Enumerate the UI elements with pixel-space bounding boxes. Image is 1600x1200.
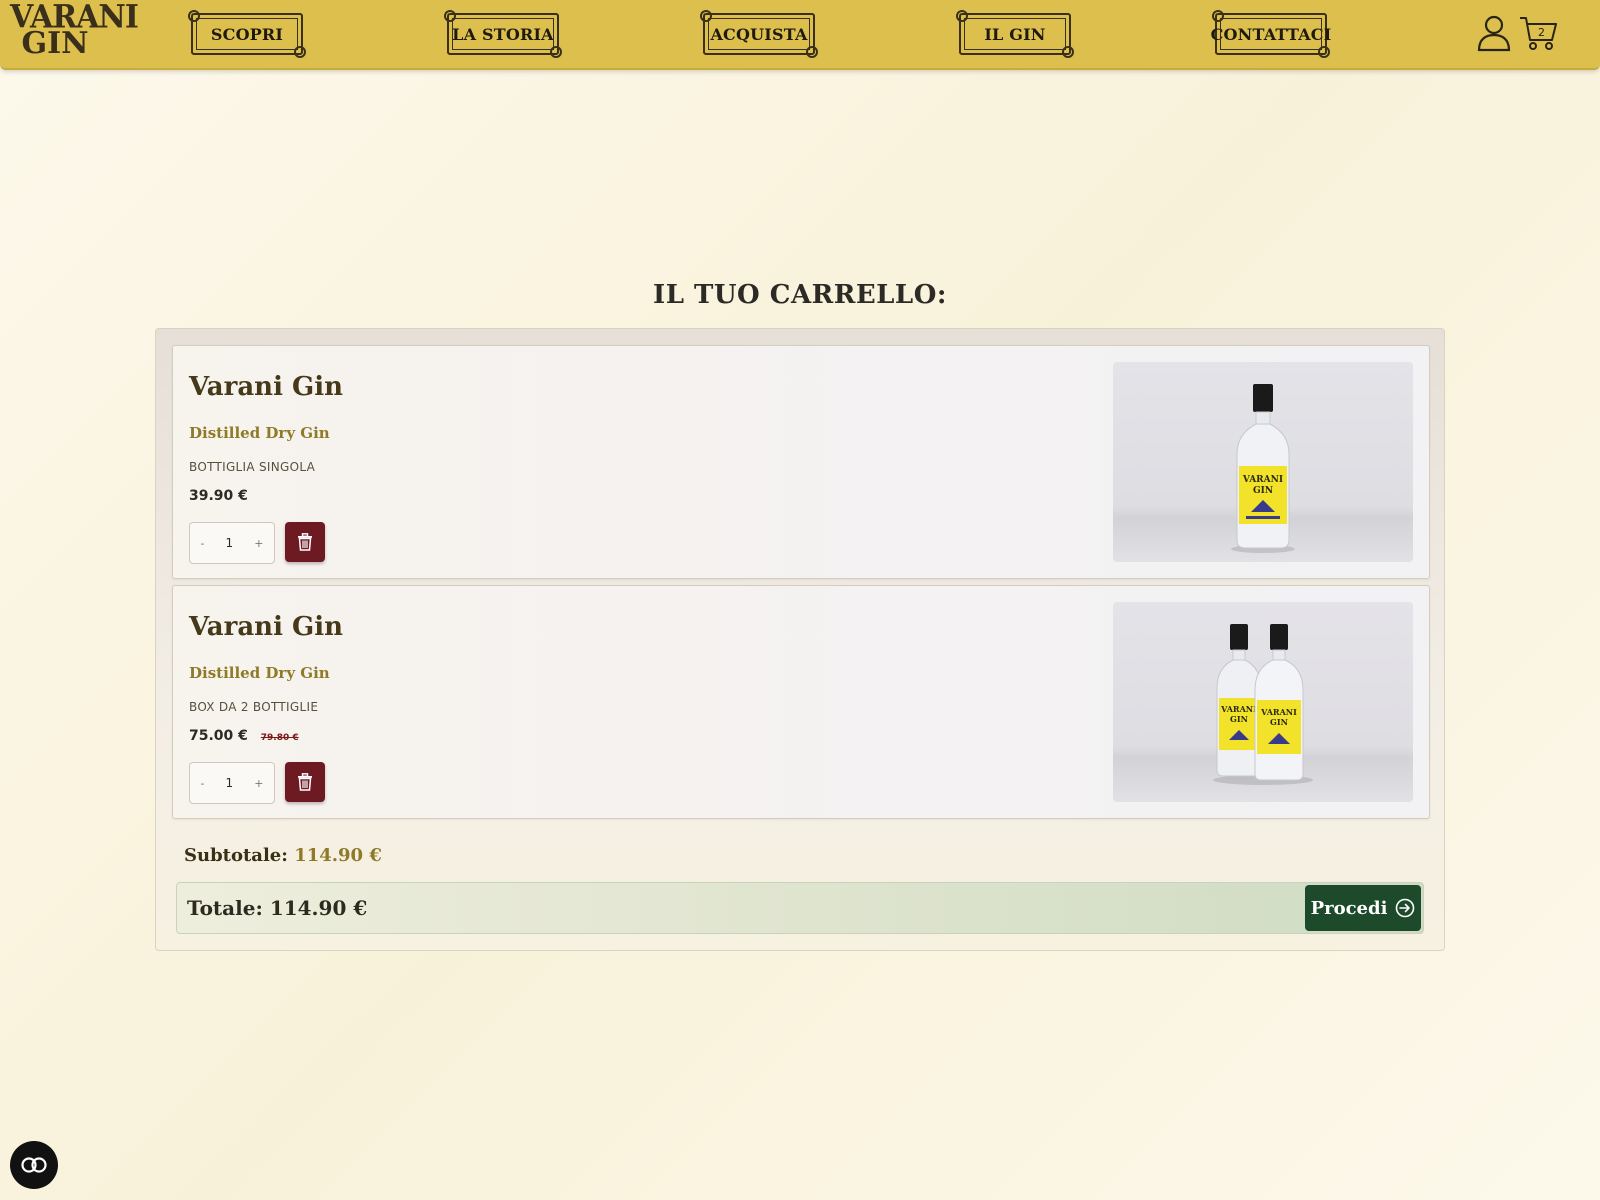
user-icon (1477, 15, 1511, 52)
quantity-stepper: - 1 + (189, 522, 275, 564)
decrease-quantity-button[interactable]: - (201, 777, 205, 790)
quantity-value[interactable]: 1 (226, 536, 234, 550)
nav-acquista[interactable]: Acquista (700, 10, 818, 58)
increase-quantity-button[interactable]: + (254, 537, 263, 550)
decrease-quantity-button[interactable]: - (201, 537, 205, 550)
gin-bottle-icon: VARANI GIN (1231, 384, 1295, 553)
total-value: 114.90 € (269, 896, 368, 920)
accessibility-icon (21, 1157, 47, 1173)
cart-button[interactable]: 2 (1518, 14, 1558, 54)
trash-icon (298, 533, 312, 551)
page-title: Il tuo carrello: (653, 280, 947, 310)
arrow-right-circle-icon (1396, 898, 1415, 918)
subtotal-value: 114.90 € (294, 845, 382, 866)
quantity-value[interactable]: 1 (226, 776, 234, 790)
item-price-line: 39.90 € (189, 488, 248, 504)
item-price: 75.00 € (189, 728, 248, 744)
nav-la-storia[interactable]: La Storia (444, 10, 562, 58)
accessibility-button[interactable] (10, 1141, 58, 1189)
account-button[interactable] (1476, 14, 1516, 54)
item-price-line: 75.00 € 79.80 € (189, 728, 299, 744)
item-name: Varani Gin (189, 372, 343, 402)
svg-text:GIN: GIN (1253, 486, 1273, 496)
item-variant: Box da 2 bottiglie (189, 700, 319, 714)
gin-bottles-box-icon: VARANI GIN VARANI GIN (1213, 624, 1313, 785)
quantity-stepper: - 1 + (189, 762, 275, 804)
nav-il-gin[interactable]: Il Gin (956, 10, 1074, 58)
item-subtitle: Distilled Dry Gin (189, 424, 330, 442)
cart-item: Varani Gin Distilled Dry Gin Bottiglia s… (172, 345, 1430, 579)
remove-item-button[interactable] (285, 522, 325, 562)
subtotal-label: Subtotale: (184, 845, 288, 866)
item-old-price: 79.80 € (260, 733, 299, 743)
brand-logo[interactable]: VARANI GIN (10, 0, 139, 66)
total-line: Totale: 114.90 € (187, 896, 367, 920)
logo-line-1: VARANI (10, 0, 139, 36)
cart-count-badge: 2 (1538, 26, 1545, 39)
item-name: Varani Gin (189, 612, 343, 642)
cart-panel: Varani Gin Distilled Dry Gin Bottiglia s… (155, 328, 1445, 951)
trash-icon (298, 773, 312, 791)
product-image: VARANI GIN (1113, 362, 1413, 562)
nav-contattaci[interactable]: Contattaci (1211, 10, 1331, 58)
site-header: VARANI GIN Scopri La Storia Acquista Il … (0, 0, 1600, 70)
cart-item: Varani Gin Distilled Dry Gin Box da 2 bo… (172, 585, 1430, 819)
item-variant: Bottiglia singola (189, 460, 316, 474)
subtotal-line: Subtotale: 114.90 € (184, 845, 382, 866)
item-subtitle: Distilled Dry Gin (189, 664, 330, 682)
increase-quantity-button[interactable]: + (254, 777, 263, 790)
nav-scopri[interactable]: Scopri (188, 10, 306, 58)
svg-text:GIN: GIN (1230, 714, 1248, 724)
proceed-button[interactable]: Procedi (1305, 885, 1421, 931)
proceed-label: Procedi (1310, 897, 1388, 919)
product-image: VARANI GIN VARANI GIN (1113, 602, 1413, 802)
total-bar: Totale: 114.90 € Procedi (176, 882, 1424, 934)
svg-text:VARANI: VARANI (1260, 707, 1297, 717)
svg-text:VARANI: VARANI (1220, 704, 1257, 714)
item-price: 39.90 € (189, 488, 248, 504)
svg-text:GIN: GIN (1270, 717, 1288, 727)
remove-item-button[interactable] (285, 762, 325, 802)
total-label: Totale: (187, 896, 263, 920)
svg-text:VARANI: VARANI (1242, 475, 1283, 485)
